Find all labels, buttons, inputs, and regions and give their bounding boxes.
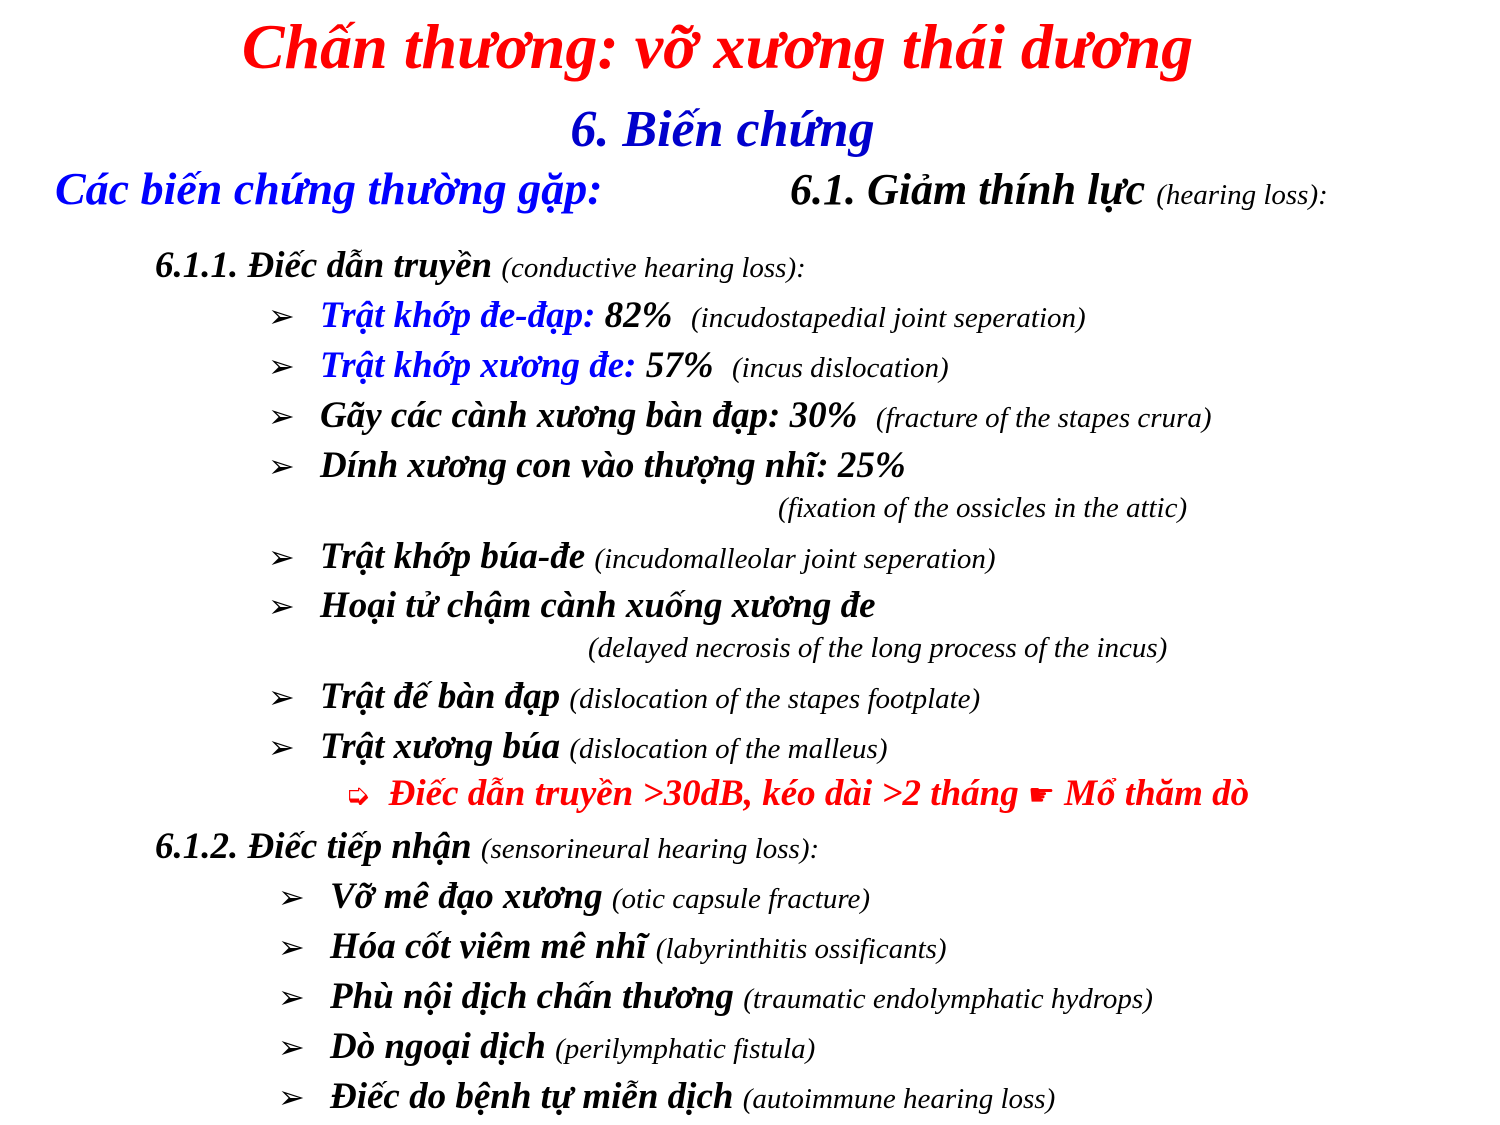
arrow-bullet-icon: ➢ — [278, 1028, 305, 1066]
list-item: ➢ Trật khớp búa-đe (incudomalleolar joint… — [268, 535, 996, 578]
arrow-bullet-icon: ➢ — [268, 397, 295, 435]
item-note: (fracture of the stapes crura) — [875, 402, 1212, 434]
slide-subtitle: 6. Biến chứng — [570, 101, 875, 158]
item-label: Điếc do bệnh tự miễn dịch — [330, 1076, 734, 1117]
section-6-1-2-note: (sensorineural hearing loss): — [480, 833, 820, 865]
item-label: Phù nội dịch chấn thương — [330, 976, 734, 1017]
list-item: ➢ Trật xương búa (dislocation of the mall… — [268, 725, 888, 768]
list-item: ➢ Trật khớp xương đe: 57% (incus dislocat… — [268, 344, 949, 387]
arrow-bullet-icon: ➢ — [278, 978, 305, 1016]
list-item: ➢ Trật đế bàn đạp (dislocation of the sta… — [268, 675, 980, 718]
item-label: Dính xương con vào thượng nhĩ: 25% — [320, 445, 906, 486]
pointing-hand-icon: ☛ — [1027, 778, 1055, 813]
item-label: Dò ngoại dịch — [330, 1026, 546, 1067]
item-label: Trật khớp đe-đạp: — [320, 295, 596, 336]
list-item: ➢ Dính xương con vào thượng nhĩ: 25% — [268, 444, 906, 487]
arrow-bullet-icon: ➢ — [278, 928, 305, 966]
item-note: (incudomalleolar joint seperation) — [594, 543, 996, 575]
list-item: ➢ Trật khớp đe-đạp: 82% (incudostapedial … — [268, 294, 1086, 337]
section-6-1-1-label: 6.1.1. Điếc dẫn truyền — [155, 245, 493, 286]
item-note: (dislocation of the malleus) — [569, 733, 888, 765]
list-item: ➢ Hóa cốt viêm mê nhĩ (labyrinthitis ossi… — [278, 925, 947, 968]
item-note: (labyrinthitis ossificants) — [655, 933, 947, 965]
arrow-bullet-icon: ➢ — [268, 347, 295, 385]
conclusion-line: ➭ Điếc dẫn truyền >30dB, kéo dài >2 thán… — [345, 772, 1249, 815]
list-item: ➢ Dò ngoại dịch (perilymphatic fistula) — [278, 1025, 815, 1068]
conclusion-text: Điếc dẫn truyền >30dB, kéo dài >2 tháng — [388, 773, 1019, 814]
item-label: Trật khớp xương đe: — [320, 345, 637, 386]
item-label: Vỡ mê đạo xương — [330, 876, 603, 917]
item-note: (incudostapedial joint seperation) — [690, 302, 1086, 334]
item-label: Gãy các cành xương bàn đạp: 30% — [320, 395, 858, 436]
arrow-bullet-icon: ➢ — [268, 297, 295, 335]
item-note: (traumatic endolymphatic hydrops) — [743, 983, 1153, 1015]
arrow-bullet-icon: ➢ — [278, 878, 305, 916]
item-note: (perilymphatic fistula) — [555, 1033, 816, 1065]
item-label: Trật đế bàn đạp — [320, 676, 561, 717]
item-note: (autoimmune hearing loss) — [742, 1083, 1056, 1115]
common-complications-label: Các biến chứng thường gặp: — [55, 163, 603, 214]
list-item: ➢ Vỡ mê đạo xương (otic capsule fracture) — [278, 875, 870, 918]
section-6-1-1-note: (conductive hearing loss): — [501, 252, 806, 284]
item-label: Trật xương búa — [320, 726, 561, 767]
item-label: Hóa cốt viêm mê nhĩ — [330, 926, 647, 967]
item-value: 82% — [604, 295, 673, 336]
section-6-1-heading: 6.1. Giảm thính lực (hearing loss): — [790, 164, 1328, 215]
item-note: (dislocation of the stapes footplate) — [569, 683, 981, 715]
list-item: ➢ Phù nội dịch chấn thương (traumatic end… — [278, 975, 1153, 1018]
slide-title: Chấn thương: vỡ xương thái dương — [241, 11, 1194, 82]
arrow-bullet-icon: ➢ — [268, 538, 295, 576]
item-note: (delayed necrosis of the long process of… — [588, 632, 1168, 664]
section-6-1-note: (hearing loss): — [1156, 179, 1328, 211]
arrow-bullet-icon: ➢ — [268, 447, 295, 485]
item-note: (incus dislocation) — [732, 352, 949, 384]
conclusion-action: Mổ thăm dò — [1064, 773, 1250, 814]
section-6-1-1-heading: 6.1.1. Điếc dẫn truyền (conductive heari… — [155, 244, 806, 287]
item-label: Trật khớp búa-đe — [320, 536, 586, 577]
arrow-bullet-icon: ➢ — [268, 587, 295, 625]
arrow-right-icon: ➭ — [345, 778, 371, 813]
item-note: (otic capsule fracture) — [611, 883, 871, 915]
arrow-bullet-icon: ➢ — [278, 1078, 305, 1116]
section-6-1-2-heading: 6.1.2. Điếc tiếp nhận (sensorineural hea… — [155, 825, 819, 868]
arrow-bullet-icon: ➢ — [268, 728, 295, 766]
arrow-bullet-icon: ➢ — [268, 678, 295, 716]
item-note: (fixation of the ossicles in the attic) — [778, 492, 1188, 524]
item-label: Hoại tử chậm cành xuống xương đe — [320, 585, 876, 626]
item-value: 57% — [645, 345, 714, 386]
section-6-1-2-label: 6.1.2. Điếc tiếp nhận — [155, 826, 472, 867]
section-6-1-label: 6.1. Giảm thính lực — [790, 165, 1146, 214]
list-item: ➢ Hoại tử chậm cành xuống xương đe — [268, 584, 876, 627]
list-item: ➢ Điếc do bệnh tự miễn dịch (autoimmune h… — [278, 1075, 1055, 1118]
list-item: ➢ Gãy các cành xương bàn đạp: 30% (fractu… — [268, 394, 1212, 437]
